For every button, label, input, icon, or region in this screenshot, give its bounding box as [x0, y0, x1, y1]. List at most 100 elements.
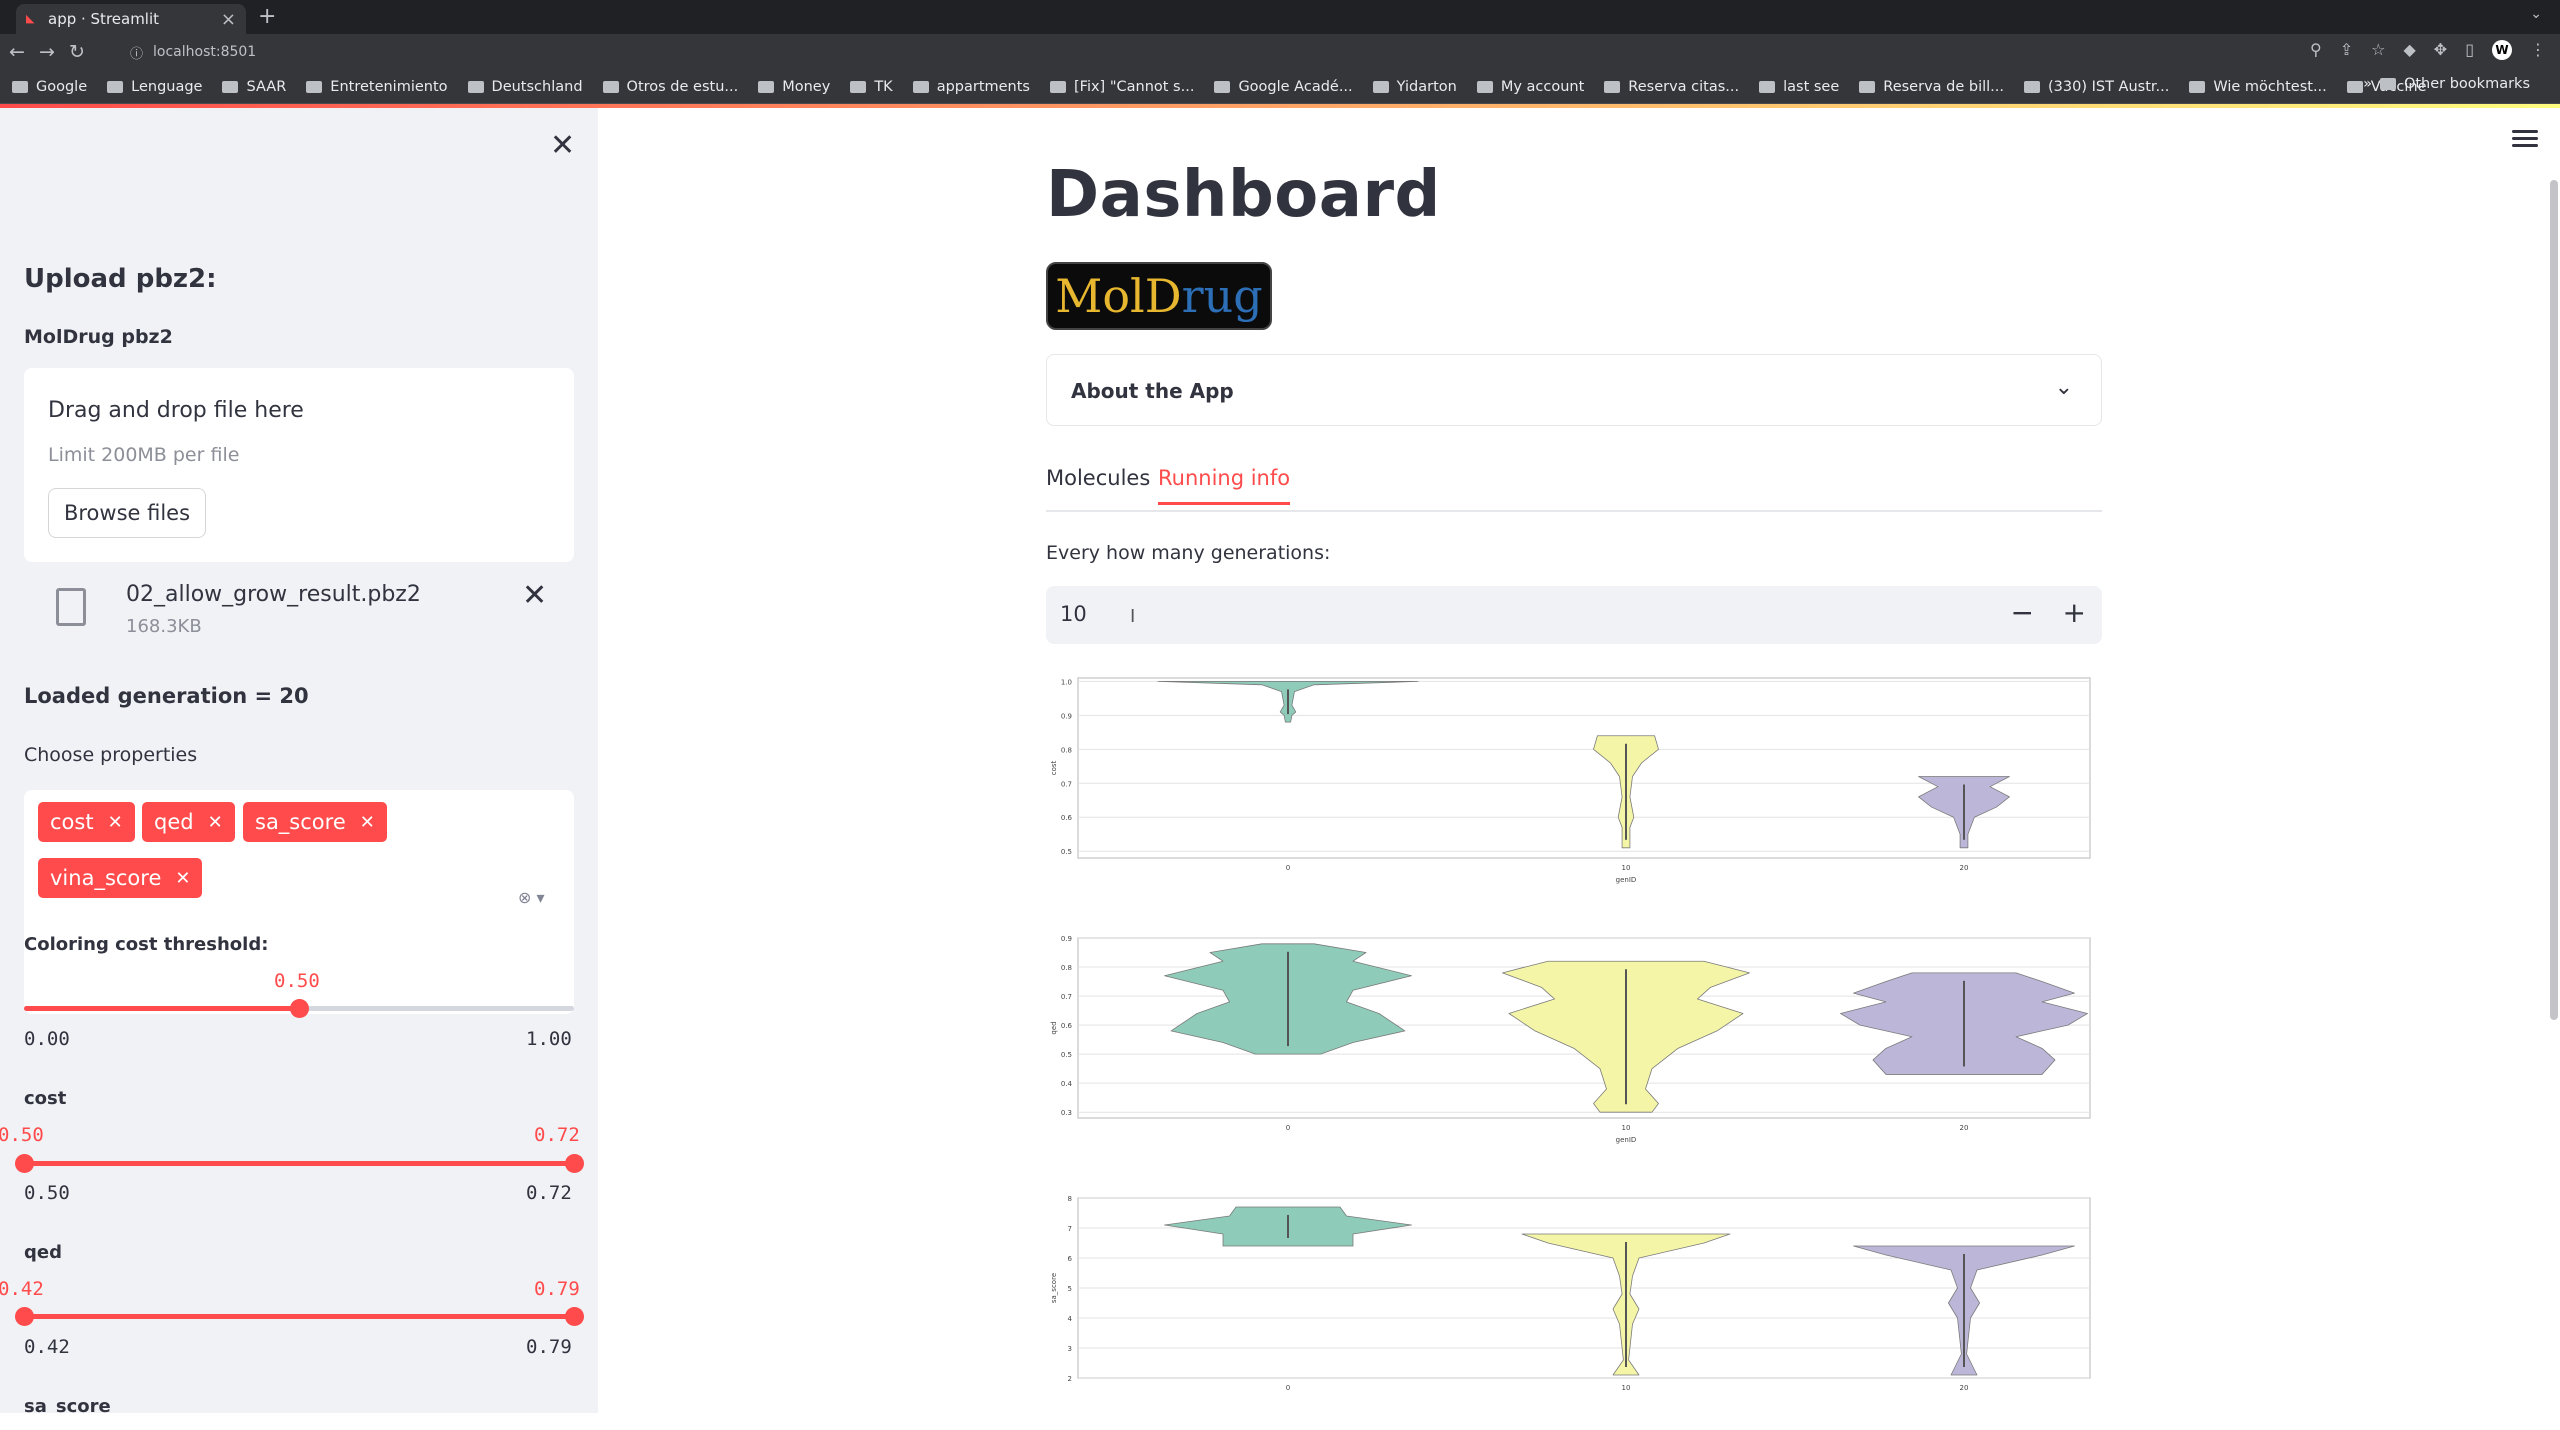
- slider-thumb-low[interactable]: [15, 1307, 34, 1326]
- bookmark-item[interactable]: SAAR: [222, 79, 286, 95]
- coloring-max: 1.00: [526, 1028, 572, 1050]
- chip-qed[interactable]: qed ✕: [142, 802, 235, 842]
- bookmark-item[interactable]: Reserva de bill...: [1859, 79, 2004, 95]
- qed-range-slider[interactable]: [15, 1307, 584, 1326]
- puzzle-icon[interactable]: ✥: [2434, 40, 2447, 60]
- sidepanel-icon[interactable]: ▯: [2465, 40, 2474, 60]
- bookmark-item[interactable]: Wie möchtest...: [2189, 78, 2327, 95]
- chip-sa-score[interactable]: sa_score ✕: [243, 802, 387, 842]
- bookmark-label: appartments: [936, 78, 1030, 95]
- increment-button[interactable]: +: [2063, 596, 2086, 629]
- folder-icon: [2379, 78, 2396, 90]
- remove-chip-icon[interactable]: ✕: [108, 812, 123, 833]
- bookmark-item[interactable]: (330) IST Austr...: [2024, 79, 2169, 95]
- bookmark-item[interactable]: [Fix] "Cannot s...: [1050, 79, 1194, 95]
- site-info-icon[interactable]: ⓘ: [130, 43, 143, 62]
- bookmark-label: Reserva citas...: [1628, 78, 1740, 95]
- limit-text: Limit 200MB per file: [48, 444, 240, 466]
- remove-file-icon[interactable]: ✕: [522, 578, 547, 613]
- tab-running-info[interactable]: Running info: [1158, 466, 1291, 505]
- browse-files-button[interactable]: Browse files: [48, 488, 206, 538]
- remove-chip-icon[interactable]: ✕: [175, 868, 190, 889]
- decrement-button[interactable]: −: [2011, 596, 2034, 629]
- folder-icon: [1050, 80, 1066, 93]
- forward-icon[interactable]: →: [34, 41, 60, 63]
- bookmark-star-icon[interactable]: ☆: [2371, 40, 2385, 60]
- scrollbar[interactable]: [2550, 180, 2558, 1020]
- tab-molecules[interactable]: Molecules: [1046, 466, 1150, 490]
- bookmark-item[interactable]: Deutschland: [467, 78, 583, 95]
- back-icon[interactable]: ←: [4, 41, 30, 63]
- bookmark-label: Entretenimiento: [330, 78, 448, 95]
- bookmark-item[interactable]: Yidarton: [1372, 78, 1457, 95]
- url-text: localhost:8501: [153, 44, 257, 60]
- y-tick-label: 0.8: [1061, 964, 1072, 972]
- bookmark-item[interactable]: Money: [758, 79, 830, 95]
- x-tick-label: 10: [1622, 864, 1631, 872]
- bookmark-item[interactable]: appartments: [912, 78, 1030, 95]
- bookmark-item[interactable]: last see: [1759, 79, 1839, 95]
- bookmark-label: Deutschland: [491, 78, 583, 95]
- profile-avatar[interactable]: W: [2492, 40, 2512, 60]
- bookmark-item[interactable]: My account: [1476, 79, 1584, 95]
- chip-cost[interactable]: cost ✕: [38, 802, 135, 842]
- folder-icon: [2346, 80, 2363, 93]
- close-tab-icon[interactable]: ×: [221, 9, 236, 30]
- y-axis-label: cost: [1050, 760, 1058, 775]
- slider-thumb-high[interactable]: [565, 1154, 584, 1173]
- close-sidebar-icon[interactable]: ✕: [550, 128, 575, 163]
- main-menu-icon[interactable]: [2512, 130, 2538, 148]
- violin-charts: 0.50.60.70.80.91.0cost0 10 20genID0.30.40.…: [1050, 677, 2091, 1392]
- bookmark-item[interactable]: Otros de estu...: [602, 79, 738, 95]
- remove-chip-icon[interactable]: ✕: [360, 812, 375, 833]
- tab-title: app · Streamlit: [48, 10, 160, 28]
- browser-tab[interactable]: ◣ app · Streamlit ×: [16, 4, 246, 34]
- bookmarks-more-icon[interactable]: »: [2363, 76, 2372, 92]
- y-tick-label: 3: [1068, 1345, 1072, 1353]
- bookmark-label: Money: [782, 78, 831, 95]
- reload-icon[interactable]: ↻: [64, 41, 90, 63]
- file-dropzone[interactable]: Drag and drop file here Limit 200MB per …: [24, 368, 574, 562]
- y-tick-label: 0.9: [1061, 712, 1072, 720]
- address-bar[interactable]: ⓘ localhost:8501: [130, 43, 256, 62]
- y-tick-label: 8: [1068, 1195, 1072, 1203]
- new-tab-icon[interactable]: +: [258, 4, 276, 29]
- x-axis-label: genID: [1616, 1136, 1637, 1144]
- bookmark-item[interactable]: Google: [12, 79, 87, 95]
- zoom-icon[interactable]: ⚲: [2310, 40, 2322, 60]
- bookmark-item[interactable]: Lenguage: [107, 79, 202, 95]
- about-expander[interactable]: About the App ⌄: [1046, 354, 2102, 426]
- extension-icon[interactable]: ◆: [2403, 40, 2415, 60]
- slider-thumb-high[interactable]: [565, 1307, 584, 1326]
- bookmark-item[interactable]: Google Acadé...: [1214, 79, 1353, 95]
- bookmark-label: TK: [874, 78, 893, 95]
- remove-chip-icon[interactable]: ✕: [208, 812, 223, 833]
- bookmark-item[interactable]: TK: [850, 78, 893, 95]
- y-tick-label: 0.5: [1061, 1051, 1072, 1059]
- menu-icon[interactable]: ⋮: [2530, 40, 2546, 60]
- browser-tab-strip: ◣ app · Streamlit × + ⌄: [0, 0, 2560, 34]
- chip-vina-score[interactable]: vina_score ✕: [38, 858, 203, 898]
- bookmark-item[interactable]: Entretenimiento: [306, 78, 448, 95]
- x-tick-label: 0: [1286, 1124, 1290, 1132]
- x-tick-label: 0: [1286, 1384, 1290, 1392]
- bookmark-label: Yidarton: [1396, 78, 1457, 95]
- cost-range-slider[interactable]: [15, 1154, 584, 1173]
- coloring-slider[interactable]: [24, 999, 574, 1018]
- slider-thumb-low[interactable]: [15, 1154, 34, 1173]
- generations-number-input[interactable]: 10 I − +: [1046, 586, 2102, 644]
- share-icon[interactable]: ⇪: [2340, 40, 2353, 60]
- file-icon: [56, 588, 86, 626]
- folder-icon: [1859, 80, 1876, 93]
- slider-fill: [24, 1314, 574, 1319]
- other-bookmarks[interactable]: Other bookmarks: [2404, 76, 2530, 92]
- slider-thumb[interactable]: [290, 999, 309, 1018]
- chip-label: cost: [50, 810, 94, 834]
- bookmark-item[interactable]: Reserva citas...: [1604, 79, 1739, 95]
- tab-search-icon[interactable]: ⌄: [2530, 6, 2542, 22]
- clear-and-dropdown-icon[interactable]: ⊗ ▾: [518, 888, 545, 907]
- bookmark-label: (330) IST Austr...: [2048, 78, 2170, 95]
- bookmark-label: Wie möchtest...: [2213, 78, 2327, 95]
- bookmark-label: [Fix] "Cannot s...: [1074, 78, 1195, 95]
- y-tick-label: 5: [1068, 1285, 1072, 1293]
